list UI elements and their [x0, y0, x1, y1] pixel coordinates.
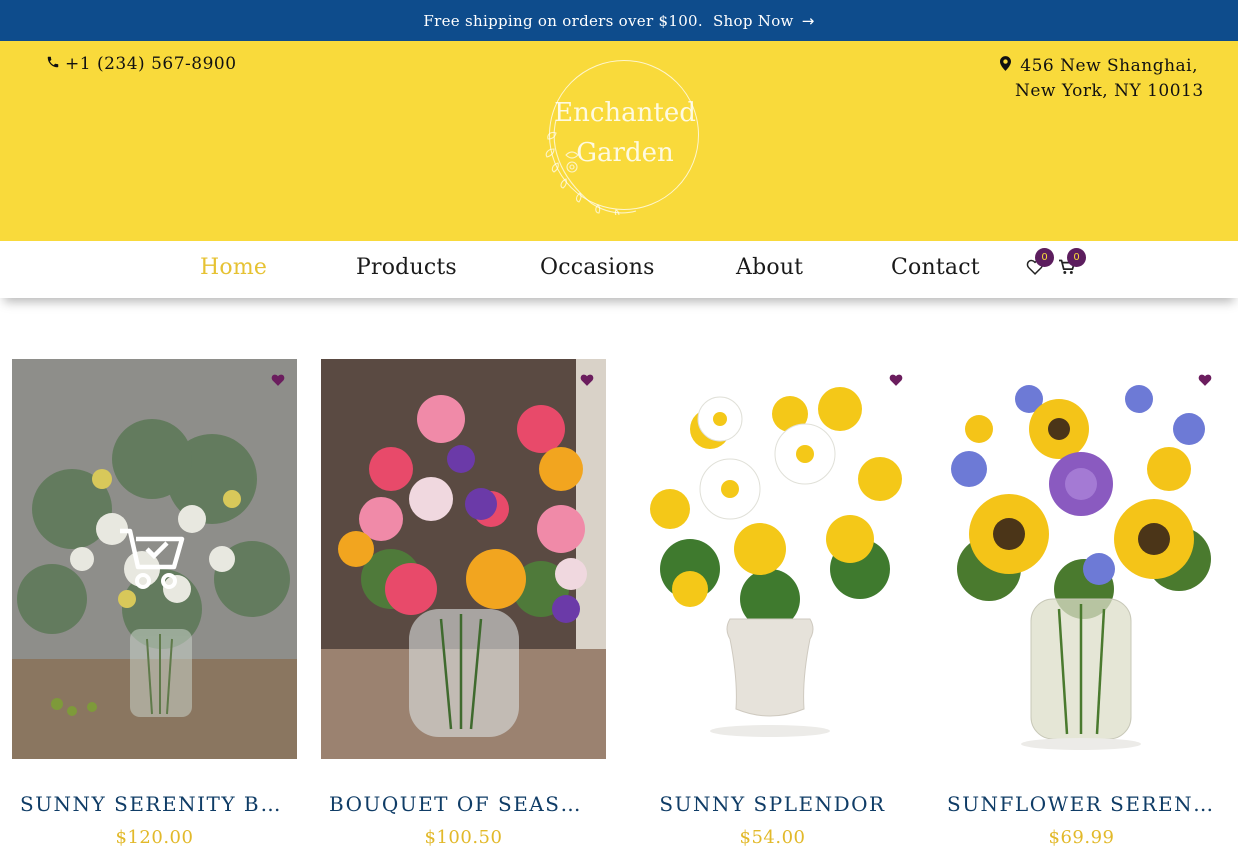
announcement-bar: Free shipping on orders over $100. Shop …: [0, 0, 1238, 41]
address-line1: 456 New Shanghai,: [1020, 56, 1199, 76]
nav-item-home[interactable]: Home: [200, 255, 267, 280]
shop-now-label: Shop Now: [712, 11, 794, 30]
product-price: $54.00: [739, 827, 806, 848]
product-image[interactable]: [321, 359, 606, 759]
added-to-cart-icon: [120, 528, 185, 589]
product-price: $100.50: [424, 827, 503, 848]
announcement-text: Free shipping on orders over $100.: [423, 11, 703, 30]
product-title[interactable]: SUNNY SPLENDOR: [630, 792, 915, 816]
wishlist-button[interactable]: 0: [1026, 248, 1054, 279]
product-image[interactable]: [630, 359, 915, 759]
phone-contact[interactable]: +1 (234) 567-8900: [46, 54, 237, 74]
bouquet-photo-2: [321, 359, 606, 759]
store-address[interactable]: 456 New Shanghai, New York, NY 10013: [1000, 54, 1204, 104]
site-header: +1 (234) 567-8900 Enchanted Garden 456 N…: [0, 41, 1238, 241]
cart-count-badge: 0: [1067, 248, 1086, 267]
heart-icon[interactable]: [271, 373, 285, 387]
main-navigation: Home Products Occasions About Contact 0 …: [0, 241, 1238, 298]
phone-icon: [46, 55, 60, 73]
product-title[interactable]: SUNFLOWER SERENITY BOUQUET: [939, 792, 1224, 816]
phone-number: +1 (234) 567-8900: [65, 54, 237, 74]
product-card[interactable]: SUNNY SERENITY BOUQUET $120.00: [12, 359, 297, 848]
heart-icon[interactable]: [889, 373, 903, 387]
bouquet-photo-4: [939, 359, 1224, 759]
product-price: $120.00: [115, 827, 194, 848]
nav-item-contact[interactable]: Contact: [891, 255, 980, 280]
nav-item-occasions[interactable]: Occasions: [540, 255, 655, 280]
map-pin-icon: [1000, 56, 1016, 75]
product-image[interactable]: [12, 359, 297, 759]
site-logo[interactable]: Enchanted Garden: [545, 60, 699, 215]
arrow-right-icon: →: [801, 11, 815, 30]
nav-item-products[interactable]: Products: [356, 255, 457, 280]
wishlist-count-badge: 0: [1035, 248, 1054, 267]
product-card[interactable]: BOUQUET OF SEASONAL FLOWERS $100.50: [321, 359, 606, 848]
product-price: $69.99: [1048, 827, 1115, 848]
product-card[interactable]: SUNFLOWER SERENITY BOUQUET $69.99: [939, 359, 1224, 848]
product-card[interactable]: SUNNY SPLENDOR $54.00: [630, 359, 915, 848]
product-image[interactable]: [939, 359, 1224, 759]
floral-wreath-icon: [545, 119, 637, 215]
cart-button[interactable]: 0: [1058, 248, 1086, 279]
heart-icon[interactable]: [580, 373, 594, 387]
bouquet-photo-3: [630, 359, 915, 759]
shop-now-link[interactable]: Shop Now →: [713, 12, 815, 30]
heart-icon[interactable]: [1198, 373, 1212, 387]
address-line2: New York, NY 10013: [1015, 81, 1204, 101]
product-title[interactable]: BOUQUET OF SEASONAL FLOWERS: [321, 792, 606, 816]
nav-item-about[interactable]: About: [736, 255, 803, 280]
product-title[interactable]: SUNNY SERENITY BOUQUET: [12, 792, 297, 816]
